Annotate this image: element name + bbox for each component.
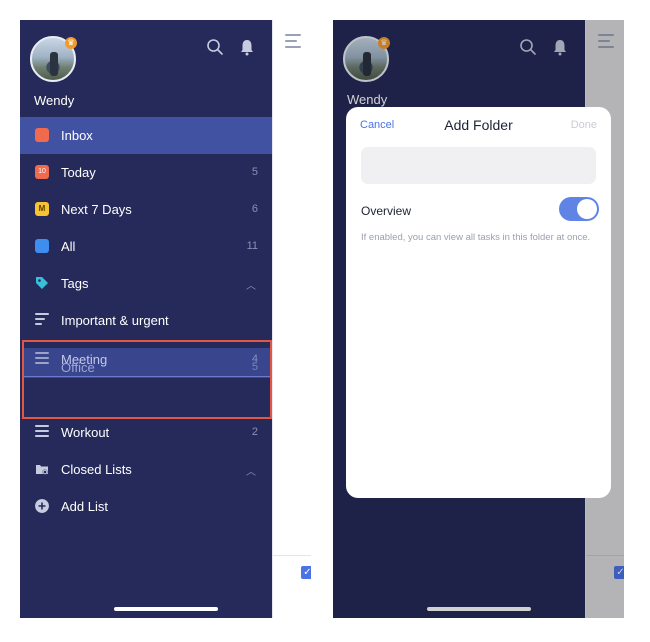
menu-icon[interactable] — [285, 34, 301, 52]
bell-icon[interactable] — [238, 38, 256, 56]
chevron-up-icon[interactable]: ︿ — [246, 463, 256, 478]
folder-name-input[interactable] — [361, 147, 596, 184]
chevron-up-icon[interactable]: ︿ — [246, 277, 256, 292]
sidebar-item-count: 6 — [251, 203, 258, 215]
right-phone-screen: ♛ Wendy ✓ Add Folder Cancel Done Overvie… — [333, 20, 624, 618]
checkbox-icon[interactable]: ✓ — [301, 566, 311, 579]
user-name[interactable]: Wendy — [34, 93, 74, 108]
sidebar-item-workout[interactable]: Workout 2 — [20, 414, 272, 451]
sidebar-item-all[interactable]: All 11 — [20, 228, 272, 265]
sidebar-item-count: 2 — [251, 426, 258, 438]
stack-icon — [35, 239, 49, 253]
sidebar-item-today[interactable]: 10 Today 5 — [20, 154, 272, 191]
sidebar-item-count: 11 — [246, 240, 258, 252]
sidebar-item-label: Closed Lists — [61, 462, 132, 477]
sidebar-item-label: Inbox — [61, 128, 93, 143]
sidebar-item-next-7-days[interactable]: M Next 7 Days 6 — [20, 191, 272, 228]
sidebar: ♛ Wendy Inbox 10 Today 5 M Next 7 Days 6 — [20, 20, 272, 618]
sidebar-item-label: Add List — [61, 499, 108, 514]
inbox-icon — [35, 128, 49, 142]
add-list-button[interactable]: Add List — [20, 488, 272, 525]
calendar-week-icon: M — [35, 202, 49, 216]
sidebar-item-label: Today — [61, 165, 96, 180]
done-button[interactable]: Done — [571, 119, 597, 131]
home-indicator — [114, 607, 218, 611]
plus-circle-icon — [35, 499, 49, 513]
left-phone-screen: ♛ Wendy Inbox 10 Today 5 M Next 7 Days 6 — [20, 20, 311, 618]
sidebar-item-inbox[interactable]: Inbox — [20, 117, 272, 154]
overview-help-text: If enabled, you can view all tasks in th… — [361, 232, 591, 243]
overview-label: Overview — [361, 204, 412, 218]
sidebar-item-closed-lists[interactable]: Closed Lists ︿ — [20, 451, 272, 488]
search-icon[interactable] — [206, 38, 224, 56]
sidebar-item-label: Important & urgent — [61, 313, 169, 328]
tag-icon — [36, 277, 48, 289]
sidebar-item-label: Tags — [61, 276, 89, 291]
crown-icon: ♛ — [65, 37, 77, 49]
sidebar-item-count: 5 — [251, 166, 258, 178]
sidebar-item-label: Workout — [61, 425, 110, 440]
add-folder-dialog: Add Folder Cancel Done Overview If enabl… — [346, 107, 611, 498]
sidebar-item-label: All — [61, 239, 76, 254]
list-icon — [35, 425, 49, 439]
overview-toggle[interactable] — [559, 197, 599, 221]
archive-folder-icon — [36, 465, 48, 475]
highlight-box — [22, 340, 272, 419]
calendar-today-icon: 10 — [35, 165, 49, 179]
sidebar-item-important-urgent[interactable]: Important & urgent — [20, 302, 272, 339]
sidebar-item-label: Next 7 Days — [61, 202, 132, 217]
sidebar-item-tags[interactable]: Tags ︿ — [20, 265, 272, 302]
filter-icon — [35, 313, 49, 327]
cancel-button[interactable]: Cancel — [360, 119, 394, 131]
task-pane-peek[interactable]: ✓ — [272, 20, 311, 618]
toggle-knob — [577, 199, 597, 219]
